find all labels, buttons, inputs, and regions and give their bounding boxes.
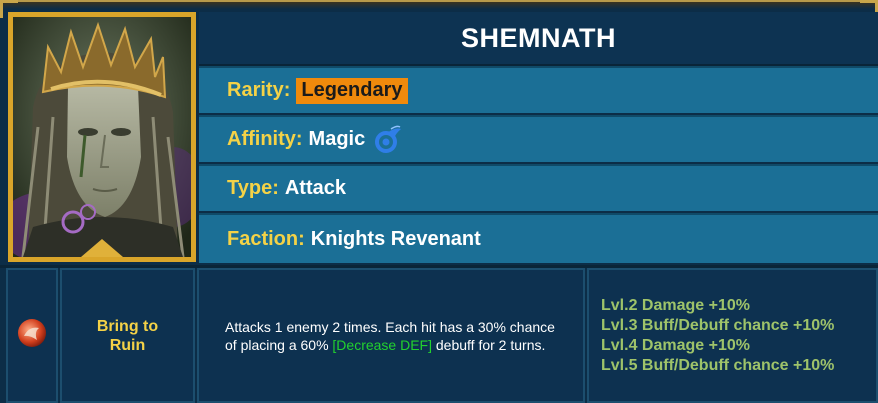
skill-description-tail: debuff for 2 turns. — [432, 336, 546, 353]
skill-icon — [17, 318, 47, 353]
affinity-row: Affinity: Magic — [199, 115, 878, 162]
faction-value: Knights Revenant — [310, 227, 481, 250]
book-level-5: Lvl.5 Buff/Debuff chance +10% — [601, 356, 835, 374]
type-value: Attack — [284, 177, 346, 199]
skill-description-cell: Attacks 1 enemy 2 times. Each hit has a … — [197, 268, 585, 403]
portrait-frame — [8, 12, 196, 262]
skill-name: Bring to Ruin — [96, 317, 159, 354]
magic-affinity-icon — [373, 125, 403, 155]
champion-name: SHEMNATH — [461, 22, 616, 53]
skill-icon-cell — [6, 268, 58, 403]
skill-name-cell: Bring to Ruin — [60, 268, 195, 403]
skill-description: Attacks 1 enemy 2 times. Each hit has a … — [225, 318, 569, 354]
decrease-def-debuff: [Decrease DEF] — [332, 336, 432, 353]
affinity-value: Magic — [308, 128, 366, 150]
champion-portrait — [8, 12, 196, 262]
faction-label: Faction: — [227, 227, 305, 250]
type-row: Type: Attack — [199, 164, 878, 211]
rarity-badge: Legendary — [296, 77, 408, 104]
skill-book-upgrades: Lvl.2 Damage +10% Lvl.3 Buff/Debuff chan… — [601, 296, 834, 376]
type-label: Type: — [227, 177, 279, 199]
skill-books-cell: Lvl.2 Damage +10% Lvl.3 Buff/Debuff chan… — [587, 268, 878, 403]
champion-portrait-art — [13, 17, 191, 257]
champion-card: SHEMNATH Rarity: Legendary Affinity: Mag… — [0, 0, 878, 403]
champion-name-header: SHEMNATH — [199, 12, 878, 66]
book-level-3: Lvl.3 Buff/Debuff chance +10% — [601, 316, 835, 334]
top-border — [0, 0, 878, 9]
affinity-label: Affinity: — [227, 128, 303, 150]
faction-row: Faction: Knights Revenant — [199, 213, 878, 263]
book-level-2: Lvl.2 Damage +10% — [601, 296, 750, 314]
rarity-label: Rarity: — [227, 79, 291, 101]
skill-row: Bring to Ruin Attacks 1 enemy 2 times. E… — [0, 265, 878, 403]
book-level-4: Lvl.4 Damage +10% — [601, 336, 750, 354]
rarity-row: Rarity: Legendary — [199, 66, 878, 113]
